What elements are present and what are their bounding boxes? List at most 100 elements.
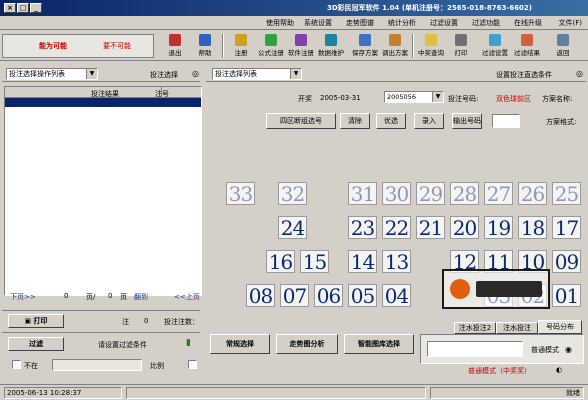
page-label: 页 <box>120 293 127 301</box>
toolbar-formula-button[interactable]: 公式注册 <box>256 33 286 59</box>
menu-item-charts[interactable]: 走势图谱 <box>346 18 374 28</box>
trend-analysis-button[interactable]: 走势图分析 <box>276 334 338 354</box>
table-row-selected[interactable] <box>5 98 201 107</box>
maximize-button[interactable]: □ <box>17 3 29 13</box>
output-numbers-button[interactable]: 输出号码 <box>452 113 482 129</box>
bet-list-combo[interactable]: 投注选择列表 ▼ <box>212 68 302 80</box>
number-ball[interactable]: 19 <box>484 216 513 239</box>
count-value: 0 <box>144 317 149 325</box>
number-ball[interactable]: 30 <box>382 182 411 205</box>
tab-distribution[interactable]: 号码分布 <box>538 320 582 334</box>
first-page-link[interactable]: 翻到 <box>134 292 148 302</box>
number-ball[interactable]: 06 <box>314 284 343 307</box>
number-ball[interactable]: 14 <box>348 250 377 273</box>
result-table-header: 注号 投注结果 <box>5 87 201 98</box>
number-ball[interactable]: 22 <box>382 216 411 239</box>
number-ball[interactable]: 29 <box>416 182 445 205</box>
input-button[interactable]: 录入 <box>414 113 444 129</box>
number-ball[interactable]: 07 <box>280 284 309 307</box>
close-button[interactable]: × <box>4 3 16 13</box>
count-label: 投注注数： <box>164 318 199 326</box>
toolbar-separator <box>412 34 414 58</box>
menu-item-filter[interactable]: 过滤功能 <box>472 18 500 28</box>
bottom-button-row: 常规选择 走势图分析 智能图库选择 <box>206 332 418 358</box>
menu-item-filter-settings[interactable]: 过滤设置 <box>430 18 458 28</box>
number-ball[interactable]: 27 <box>484 182 513 205</box>
number-ball[interactable]: 26 <box>518 182 547 205</box>
toolbar-help-button[interactable]: 帮助 <box>190 33 220 59</box>
number-ball[interactable]: 16 <box>266 250 295 273</box>
info-icon: ◐ <box>556 366 563 374</box>
menu-item-stats[interactable]: 统计分析 <box>388 18 416 28</box>
menu-item-help[interactable]: 使用帮助 <box>266 18 294 28</box>
normal-select-button[interactable]: 常规选择 <box>210 334 270 354</box>
status-bar: 2005-06-13 10:28:37 就绪 <box>0 384 588 400</box>
optimize-button[interactable]: 优选 <box>376 113 406 129</box>
settings-icon[interactable]: ◎ <box>576 69 583 78</box>
plan-type-field[interactable] <box>492 114 520 128</box>
toolbar-filter-settings-button[interactable]: 过滤设置 <box>480 33 510 59</box>
toolbar-data-button[interactable]: 数据维护 <box>316 33 346 59</box>
four-zone-button[interactable]: 四区断组选号 <box>266 113 336 129</box>
print-button[interactable]: ▣ 打印 <box>8 314 64 328</box>
tab-water-bet-2[interactable]: 注水投注2 <box>454 322 496 334</box>
toolbar-prize-button[interactable]: 中奖查询 <box>416 33 446 59</box>
logo-eye-icon <box>450 279 470 299</box>
slogan-text-2: 要不可能 <box>103 42 131 50</box>
mode-field[interactable] <box>427 341 523 357</box>
number-ball[interactable]: 13 <box>382 250 411 273</box>
period-combo[interactable]: 2005056 ▼ <box>384 91 444 103</box>
result-table[interactable]: 注号 投注结果 <box>4 86 202 296</box>
number-ball[interactable]: 08 <box>246 284 275 307</box>
menu-item-update[interactable]: 在线升级 <box>514 18 542 28</box>
toolbar-filter-result-button[interactable]: 过滤结果 <box>512 33 542 59</box>
number-ball[interactable]: 15 <box>300 250 329 273</box>
window-title: 3D彩民冠军软件 1.04 (单机注册号：2565-018-8763-6602) <box>327 4 532 12</box>
toolbar-register-button[interactable]: 注册 <box>226 33 256 59</box>
prev-page-link[interactable]: <<上页 <box>174 292 200 302</box>
number-ball[interactable]: 31 <box>348 182 377 205</box>
filter-tip: 请设置过滤条件 <box>98 341 147 349</box>
number-ball[interactable]: 18 <box>518 216 547 239</box>
exclude-checkbox[interactable] <box>12 360 21 369</box>
number-ball[interactable]: 23 <box>348 216 377 239</box>
result-list-combo[interactable]: 投注选择操作列表 ▼ <box>6 68 98 80</box>
number-ball[interactable]: 33 <box>226 182 255 205</box>
toolbar-load-button[interactable]: 调出方案 <box>380 33 410 59</box>
smart-chart-select-button[interactable]: 智能图库选择 <box>344 334 414 354</box>
number-ball[interactable]: 20 <box>450 216 479 239</box>
chevron-down-icon: ▼ <box>290 69 301 79</box>
ratio-checkbox[interactable] <box>188 360 197 369</box>
toolbar-return-button[interactable]: 返回 <box>548 33 578 59</box>
right-panel: 设置投注直选条件 ◎ 投注选择列表 ▼ 方案名称: 双色球前区 投注号码: 20… <box>206 64 586 384</box>
number-ball[interactable]: 21 <box>416 216 445 239</box>
page-value: 0 <box>108 292 113 300</box>
plan-type-label: 方案格式: <box>546 118 577 126</box>
number-ball[interactable]: 09 <box>552 250 581 273</box>
number-ball[interactable]: 01 <box>552 284 581 307</box>
menu-item-system[interactable]: 系统设置 <box>304 18 332 28</box>
menu-item-file[interactable]: 文件(F) <box>559 18 583 28</box>
number-ball[interactable]: 28 <box>450 182 479 205</box>
number-ball[interactable]: 25 <box>552 182 581 205</box>
minimize-button[interactable]: _ <box>30 3 42 13</box>
filter-button[interactable]: 过滤 <box>8 337 64 351</box>
number-ball[interactable]: 24 <box>278 216 307 239</box>
clear-button[interactable]: 清除 <box>340 113 370 129</box>
toolbar-exit-button[interactable]: 退出 <box>160 33 190 59</box>
radio-button[interactable]: ◉ <box>565 345 572 354</box>
toolbar-print-button[interactable]: 打印 <box>446 33 476 59</box>
number-ball[interactable]: 17 <box>552 216 581 239</box>
next-page-link[interactable]: 下页>> <box>10 292 36 302</box>
toolbar-software-reg-button[interactable]: 软件注册 <box>286 33 316 59</box>
settings-icon[interactable]: ◎ <box>192 69 199 78</box>
filter-icon: ▮ <box>186 338 191 348</box>
logo-wordmark <box>476 281 542 297</box>
tab-water-bet[interactable]: 注水投注 <box>496 322 538 334</box>
number-ball[interactable]: 05 <box>348 284 377 307</box>
number-ball[interactable]: 04 <box>382 284 411 307</box>
toolbar-save-button[interactable]: 保存方案 <box>350 33 380 59</box>
number-ball[interactable]: 32 <box>278 182 307 205</box>
action-row: 方案格式: 输出号码 录入 优选 清除 四区断组选号 <box>206 110 586 132</box>
checkbox-row: 比例 不在 <box>2 356 200 374</box>
